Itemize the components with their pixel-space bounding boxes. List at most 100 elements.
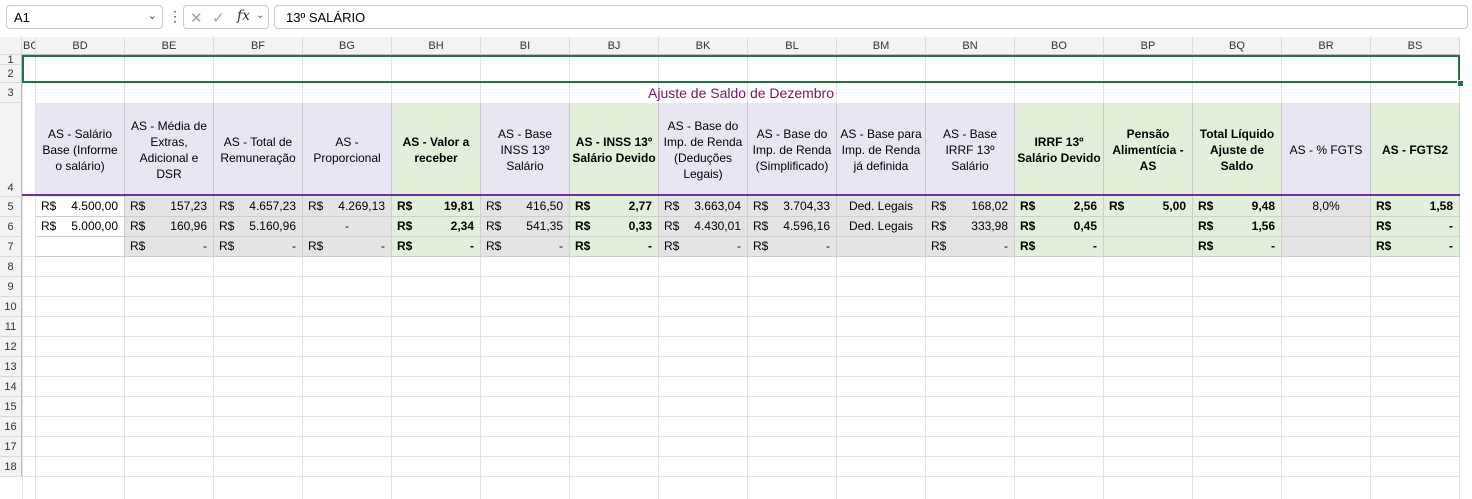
cell-bd6[interactable] [36, 237, 125, 257]
cell-bf5[interactable]: R$ 5.160,96 [214, 217, 303, 237]
cell-bh5[interactable]: R$ 2,34 [392, 217, 481, 237]
cell-bn6[interactable]: R$ - [926, 237, 1015, 257]
cell-bo4[interactable]: R$ 2,56 [1015, 197, 1104, 217]
chevron-down-icon[interactable]: ⌄ [256, 10, 264, 21]
check-icon[interactable]: ✓ [212, 9, 225, 27]
cell-bj4[interactable]: R$ 2,77 [570, 197, 659, 217]
cell-bq4[interactable]: R$ 9,48 [1193, 197, 1282, 217]
cell-bf4[interactable]: R$ 4.657,23 [214, 197, 303, 217]
formula-input[interactable]: 13º SALÁRIO [274, 5, 1468, 29]
cell-bm5[interactable]: Ded. Legais [837, 217, 926, 237]
row-header-7[interactable]: 7 [0, 237, 22, 257]
header-cell-bd[interactable]: AS - Salário Base (Informe o salário) [36, 103, 125, 197]
cell-bk4[interactable]: R$ 3.663,04 [659, 197, 748, 217]
header-cell-bk[interactable]: AS - Base do Imp. de Renda (Deduções Leg… [659, 103, 748, 197]
cell-bn4[interactable]: R$ 168,02 [926, 197, 1015, 217]
cell-be4[interactable]: R$ 157,23 [125, 197, 214, 217]
cell-br4[interactable]: 8,0% [1282, 197, 1371, 217]
chevron-down-icon[interactable]: ⌄ [148, 9, 157, 22]
cell-bq6[interactable]: R$ - [1193, 237, 1282, 257]
row-header-11[interactable]: 11 [0, 317, 22, 337]
header-cell-bp[interactable]: Pensão Alimentícia - AS [1104, 103, 1193, 197]
column-header-bs[interactable]: BS [1371, 37, 1460, 55]
cell-bp5[interactable] [1104, 217, 1193, 237]
header-cell-bs[interactable]: AS - FGTS2 [1371, 103, 1460, 197]
row-header-17[interactable]: 17 [0, 437, 22, 457]
cell-bl6[interactable]: R$ - [748, 237, 837, 257]
header-cell-bh[interactable]: AS - Valor a receber [392, 103, 481, 197]
column-header-be[interactable]: BE [125, 37, 214, 55]
cell-bl4[interactable]: R$ 3.704,33 [748, 197, 837, 217]
cell-br6[interactable] [1282, 237, 1371, 257]
row-header-15[interactable]: 15 [0, 397, 22, 417]
cell-bo6[interactable]: R$ - [1015, 237, 1104, 257]
column-header-bn[interactable]: BN [926, 37, 1015, 55]
row-header-2[interactable]: 2 [0, 65, 22, 83]
column-header-bq[interactable]: BQ [1193, 37, 1282, 55]
row-header-5[interactable]: 5 [0, 197, 22, 217]
column-header-bj[interactable]: BJ [570, 37, 659, 55]
column-header-bi[interactable]: BI [481, 37, 570, 55]
cell-bs6[interactable]: R$ - [1371, 237, 1460, 257]
cell-bf6[interactable]: R$ - [214, 237, 303, 257]
cell-bn5[interactable]: R$ 333,98 [926, 217, 1015, 237]
fill-handle[interactable] [1457, 80, 1464, 87]
row-header-16[interactable]: 16 [0, 417, 22, 437]
row-header-4[interactable]: 4 [0, 103, 22, 197]
cell-bp6[interactable] [1104, 237, 1193, 257]
name-box[interactable]: A1 ⌄ [6, 5, 163, 29]
cell-bi4[interactable]: R$ 416,50 [481, 197, 570, 217]
header-cell-br[interactable]: AS - % FGTS [1282, 103, 1371, 197]
row-header-14[interactable]: 14 [0, 377, 22, 397]
header-cell-bl[interactable]: AS - Base do Imp. de Renda (Simplificado… [748, 103, 837, 197]
row-header-1[interactable]: 1 [0, 54, 22, 66]
header-cell-bi[interactable]: AS - Base INSS 13º Salário [481, 103, 570, 197]
cell-bo5[interactable]: R$ 0,45 [1015, 217, 1104, 237]
column-header-bk[interactable]: BK [659, 37, 748, 55]
cell-bd5[interactable]: R$ 5.000,00 [36, 217, 125, 237]
cell-bg5[interactable]: - [303, 217, 392, 237]
select-all-corner[interactable] [0, 37, 22, 55]
column-header-bg[interactable]: BG [303, 37, 392, 55]
column-header-bf[interactable]: BF [214, 37, 303, 55]
cell-bd4[interactable]: R$ 4.500,00 [36, 197, 125, 217]
header-cell-bg[interactable]: AS - Proporcional [303, 103, 392, 197]
cell-be5[interactable]: R$ 160,96 [125, 217, 214, 237]
cell-bk5[interactable]: R$ 4.430,01 [659, 217, 748, 237]
cell-bi5[interactable]: R$ 541,35 [481, 217, 570, 237]
row-header-10[interactable]: 10 [0, 297, 22, 317]
cell-bg6[interactable]: R$ - [303, 237, 392, 257]
header-cell-bn[interactable]: AS - Base IRRF 13º Salário [926, 103, 1015, 197]
row-header-6[interactable]: 6 [0, 217, 22, 237]
cell-bg4[interactable]: R$ 4.269,13 [303, 197, 392, 217]
cell-bk6[interactable]: R$ - [659, 237, 748, 257]
cell-bm6[interactable] [837, 237, 926, 257]
row-header-3[interactable]: 3 [0, 83, 22, 103]
cell-bp4[interactable]: R$ 5,00 [1104, 197, 1193, 217]
cell-br5[interactable] [1282, 217, 1371, 237]
insert-function-icon[interactable]: fx [237, 8, 250, 24]
cell-bh6[interactable]: R$ - [392, 237, 481, 257]
column-header-bp[interactable]: BP [1104, 37, 1193, 55]
row-header-8[interactable]: 8 [0, 257, 22, 277]
header-cell-bf[interactable]: AS - Total de Remuneração [214, 103, 303, 197]
column-header-bc[interactable]: BC [22, 37, 36, 55]
header-cell-bm[interactable]: AS - Base para Imp. de Renda já definida [837, 103, 926, 197]
cell-bh4[interactable]: R$ 19,81 [392, 197, 481, 217]
header-cell-bo[interactable]: IRRF 13º Salário Devido [1015, 103, 1104, 197]
cell-bm4[interactable]: Ded. Legais [837, 197, 926, 217]
row-header-12[interactable]: 12 [0, 337, 22, 357]
column-header-bo[interactable]: BO [1015, 37, 1104, 55]
cell-bq5[interactable]: R$ 1,56 [1193, 217, 1282, 237]
more-options-icon[interactable]: ⋮ [168, 8, 182, 24]
column-header-bd[interactable]: BD [36, 37, 125, 55]
column-header-bl[interactable]: BL [748, 37, 837, 55]
column-header-bm[interactable]: BM [837, 37, 926, 55]
column-header-bh[interactable]: BH [392, 37, 481, 55]
cell-bs4[interactable]: R$ 1,58 [1371, 197, 1460, 217]
cell-bl5[interactable]: R$ 4.596,16 [748, 217, 837, 237]
header-cell-bq[interactable]: Total Líquido Ajuste de Saldo [1193, 103, 1282, 197]
cell-be6[interactable]: R$ - [125, 237, 214, 257]
selected-cell-a1[interactable] [22, 55, 1460, 83]
cell-bs5[interactable]: R$ - [1371, 217, 1460, 237]
